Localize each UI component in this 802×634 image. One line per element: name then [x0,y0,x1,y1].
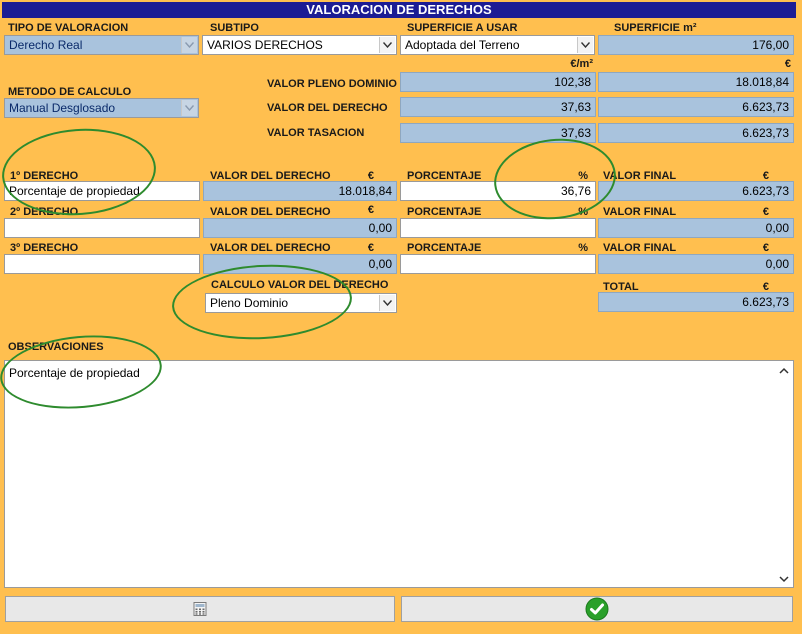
superficie-m2-value: 176,00 [598,35,794,55]
derecho3-final-eur-unit: € [762,242,769,254]
metodo-calculo-select: Manual Desglosado [4,98,199,118]
calculo-valor-derecho-value: Pleno Dominio [210,296,289,310]
chevron-down-icon[interactable] [379,37,395,53]
confirm-button[interactable] [401,596,793,622]
valor-pleno-dominio-label: VALOR PLENO DOMINIO [267,78,397,90]
derecho3-porcentaje-label: PORCENTAJE [407,242,482,254]
tipo-valoracion-value: Derecho Real [9,38,83,52]
superficie-m2-label: SUPERFICIE m² [614,22,697,34]
observaciones-scrollbar[interactable] [776,361,793,587]
superficie-usar-label: SUPERFICIE A USAR [407,22,518,34]
subtipo-label: SUBTIPO [210,22,259,34]
derecho3-eur-unit: € [367,242,374,254]
valoracion-window: VALORACION DE DERECHOS TIPO DE VALORACIO… [0,0,802,634]
derecho2-final-label: VALOR FINAL [603,206,677,218]
pleno-dominio-unit-value: 102,38 [400,72,596,92]
derecho1-valor-value: 18.018,84 [203,181,397,201]
calculator-button[interactable] [5,596,395,622]
check-circle-icon [585,597,609,621]
pleno-dominio-total-value: 18.018,84 [598,72,794,92]
chevron-down-icon [181,37,197,53]
derecho2-final-eur-unit: € [762,206,769,218]
derecho2-label: 2º DERECHO [10,206,79,218]
derecho3-valor-value: 0,00 [203,254,397,274]
derecho3-porcentaje-input[interactable] [400,254,596,274]
derecho1-final-value: 6.623,73 [598,181,794,201]
derecho1-name-input[interactable]: Porcentaje de propiedad [4,181,200,201]
valor-derecho-label: VALOR DEL DERECHO [267,102,388,114]
tasacion-total-value: 6.623,73 [598,123,794,143]
subtipo-select[interactable]: VARIOS DERECHOS [202,35,397,55]
total-value: 6.623,73 [598,292,794,312]
derecho2-porcentaje-input[interactable] [400,218,596,238]
valor-derecho-unit-value: 37,63 [400,97,596,117]
derecho3-final-label: VALOR FINAL [603,242,677,254]
calculo-valor-derecho-select[interactable]: Pleno Dominio [205,293,397,313]
chevron-down-icon [181,100,197,116]
derecho3-name-input[interactable] [4,254,200,274]
window-title: VALORACION DE DERECHOS [2,2,796,18]
derecho2-final-value: 0,00 [598,218,794,238]
derecho2-valor-label: VALOR DEL DERECHO [210,206,331,218]
scroll-up-icon[interactable] [779,367,789,375]
calculo-valor-derecho-label: CALCULO VALOR DEL DERECHO [211,279,389,291]
derecho2-porcentaje-label: PORCENTAJE [407,206,482,218]
derecho3-label: 3º DERECHO [10,242,79,254]
annotation-ellipse-porcentaje [490,132,620,226]
tipo-valoracion-select: Derecho Real [4,35,199,55]
derecho3-valor-label: VALOR DEL DERECHO [210,242,331,254]
valor-tasacion-label: VALOR TASACION [267,127,365,139]
derecho3-final-value: 0,00 [598,254,794,274]
observaciones-label: OBSERVACIONES [8,341,104,353]
superficie-usar-select[interactable]: Adoptada del Terreno [400,35,595,55]
eur-m2-unit: €/m² [570,58,593,70]
observaciones-textarea[interactable]: Porcentaje de propiedad [4,360,794,588]
derecho2-pct-unit: % [578,206,588,218]
derecho2-eur-unit: € [367,204,374,216]
metodo-calculo-label: METODO DE CALCULO [8,86,132,98]
derecho2-valor-value: 0,00 [203,218,397,238]
eur-unit: € [784,58,791,70]
scroll-down-icon[interactable] [779,575,789,583]
tipo-valoracion-label: TIPO DE VALORACION [8,22,129,34]
calculator-icon [193,602,207,616]
metodo-calculo-value: Manual Desglosado [9,101,116,115]
chevron-down-icon[interactable] [577,37,593,53]
superficie-usar-value: Adoptada del Terreno [405,38,520,52]
chevron-down-icon[interactable] [379,295,395,311]
derecho3-pct-unit: % [578,242,588,254]
derecho2-name-input[interactable] [4,218,200,238]
valor-derecho-total-value: 6.623,73 [598,97,794,117]
tasacion-unit-value: 37,63 [400,123,596,143]
derecho1-porcentaje-input[interactable]: 36,76 [400,181,596,201]
subtipo-value: VARIOS DERECHOS [207,38,323,52]
observaciones-text: Porcentaje de propiedad [9,366,140,380]
